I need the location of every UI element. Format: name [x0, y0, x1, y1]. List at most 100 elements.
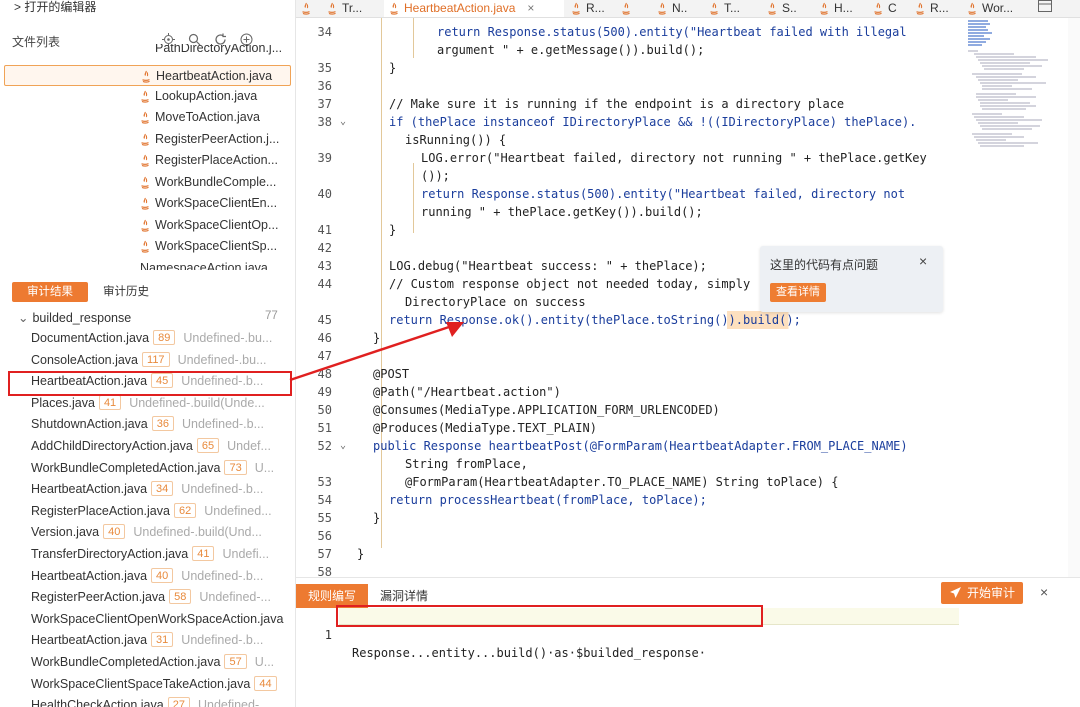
tab[interactable]: R...: [910, 0, 960, 17]
tab[interactable]: S..: [762, 0, 812, 17]
java-file-icon: [820, 2, 828, 15]
result-item[interactable]: AddChildDirectoryAction.java 65 Undef...: [0, 436, 295, 458]
java-file-icon: [572, 2, 580, 15]
file-item-partial-top[interactable]: PathDirectoryAction.j...: [0, 44, 295, 59]
java-file-icon: [141, 176, 149, 189]
code-line: 35}: [317, 61, 397, 75]
result-item[interactable]: WorkSpaceClientSpaceTakeAction.java 44: [0, 674, 295, 696]
code-line: 52 ⌄ public Response heartbeatPost(@FormPa…: [317, 437, 908, 455]
tab-audit-history[interactable]: 审计历史: [88, 282, 164, 302]
tab[interactable]: C: [868, 0, 908, 17]
code-line: 51 @Produces(MediaType.TEXT_PLAIN): [317, 421, 597, 435]
code-line: 54 return processHeartbeat(fromPlace, toP…: [317, 493, 707, 507]
rule-panel: 规则编写 漏洞详情 开始审计 ×: [296, 577, 1080, 707]
chevron-down-icon: ⌄: [18, 311, 29, 325]
editor-tabs: Tr... HeartbeatAction.java × R... N.. T..…: [296, 0, 1080, 18]
tab[interactable]: Tr...: [322, 0, 382, 17]
close-icon[interactable]: ×: [919, 253, 927, 269]
tab[interactable]: H...: [814, 0, 866, 17]
result-item[interactable]: Places.java 41 Undefined-.build(Unde...: [0, 393, 295, 415]
tab[interactable]: N..: [652, 0, 702, 17]
file-item[interactable]: RegisterPlaceAction...: [0, 150, 295, 171]
result-item[interactable]: HeartbeatAction.java 34 Undefined-.b...: [0, 479, 295, 501]
code-line: 56: [317, 529, 332, 543]
close-icon[interactable]: ×: [527, 1, 534, 15]
code-line: String fromPlace,: [405, 457, 528, 471]
result-item[interactable]: ShutdownAction.java 36 Undefined-.b...: [0, 414, 295, 436]
file-item[interactable]: WorkBundleComple...: [0, 172, 295, 193]
line-badge: 34: [151, 481, 174, 497]
line-badge: 117: [142, 351, 170, 367]
tab-audit-results[interactable]: 审计结果: [12, 282, 88, 302]
line-badge: 41: [192, 546, 215, 561]
file-item[interactable]: MoveToAction.java: [0, 107, 295, 128]
file-item[interactable]: WorkSpaceClientEn...: [0, 193, 295, 214]
close-icon[interactable]: ×: [1040, 584, 1048, 600]
highlight-box-result: [8, 371, 292, 396]
result-item[interactable]: WorkSpaceClientOpenWorkSpaceAction.java: [0, 609, 295, 631]
line-badge: 40: [151, 567, 174, 583]
line-badge: 62: [173, 502, 197, 518]
result-item[interactable]: TransferDirectoryAction.java 41 Undefi...: [0, 544, 295, 566]
code-line: 57}: [317, 547, 365, 561]
java-file-icon: [142, 70, 150, 83]
file-item[interactable]: LookupAction.java: [0, 86, 295, 107]
file-item-selected[interactable]: HeartbeatAction.java: [4, 65, 291, 86]
tab[interactable]: [296, 0, 316, 17]
file-item-partial-bottom[interactable]: NamespaceAction.java: [0, 258, 281, 270]
code-line: running " + thePlace.getKey()).build();: [421, 205, 703, 219]
tab[interactable]: T...: [704, 0, 760, 17]
code-line: argument " + e.getMessage()).build();: [437, 43, 705, 57]
view-details-button[interactable]: 查看详情: [770, 283, 826, 302]
result-item[interactable]: Version.java 40 Undefined-.build(Und...: [0, 522, 295, 544]
file-item[interactable]: WorkSpaceClientSp...: [0, 236, 295, 257]
java-file-icon: [141, 219, 149, 232]
line-badge: 44: [254, 675, 277, 691]
file-item[interactable]: RegisterPeerAction.j...: [0, 129, 295, 150]
code-line: 55}: [317, 511, 381, 525]
result-item[interactable]: RegisterPeerAction.java 58 Undefined-...: [0, 587, 295, 609]
result-item[interactable]: ConsoleAction.java 117 Undefined-.bu...: [0, 350, 295, 372]
tab[interactable]: [616, 0, 650, 17]
explorer-panel: > 打开的编辑器 文件列表 PathDirectoryAction.j... H…: [0, 0, 296, 707]
java-file-icon: [968, 2, 976, 15]
code-line: 53 @FormParam(HeartbeatAdapter.TO_PLACE_N…: [317, 475, 839, 489]
code-line: 38 ⌄ if (thePlace instanceof IDirectoryPla…: [317, 113, 917, 131]
tree-root[interactable]: ⌄ builded_response: [18, 310, 131, 325]
result-item[interactable]: RegisterPlaceAction.java 62 Undefined...: [0, 501, 295, 523]
split-editor-icon[interactable]: [1034, 0, 1064, 17]
file-item[interactable]: WorkSpaceClientOp...: [0, 215, 295, 236]
result-item[interactable]: WorkBundleCompletedAction.java 73 U...: [0, 458, 295, 480]
fold-chevron-icon[interactable]: ⌄: [340, 113, 346, 131]
tab[interactable]: R...: [566, 0, 614, 17]
java-file-icon: [916, 2, 924, 15]
java-file-icon: [141, 154, 149, 167]
java-file-icon: [302, 2, 310, 15]
java-file-icon: [141, 90, 149, 103]
send-icon: [949, 582, 962, 604]
result-item[interactable]: HeartbeatAction.java 40 Undefined-.b...: [0, 566, 295, 588]
fold-chevron-icon[interactable]: ⌄: [340, 437, 346, 455]
java-file-icon: [141, 197, 149, 210]
result-item[interactable]: WorkBundleCompletedAction.java 57 U...: [0, 652, 295, 674]
result-item[interactable]: HeartbeatAction.java 31 Undefined-.b...: [0, 630, 295, 652]
java-file-icon: [390, 2, 398, 15]
java-file-icon: [658, 2, 666, 15]
open-editors-header[interactable]: > 打开的编辑器: [0, 0, 295, 17]
java-file-icon: [141, 240, 149, 253]
line-badge: 89: [153, 330, 176, 345]
minimap[interactable]: [962, 18, 1068, 168]
code-line: 34 return Response.status(500).entity("He…: [317, 25, 907, 39]
code-line: 36: [317, 79, 332, 93]
tab-active[interactable]: HeartbeatAction.java ×: [384, 0, 564, 17]
line-badge: 58: [169, 589, 192, 605]
tab[interactable]: Wor...: [962, 0, 1032, 17]
start-audit-button[interactable]: 开始审计: [941, 582, 1024, 604]
vertical-scrollbar[interactable]: [1068, 18, 1080, 577]
issue-popup: 这里的代码有点问题 × 查看详情: [760, 246, 943, 312]
line-badge: 57: [224, 654, 247, 669]
java-file-icon: [768, 2, 776, 15]
result-item[interactable]: HealthCheckAction.java 27 Undefined-...: [0, 695, 295, 707]
result-item[interactable]: DocumentAction.java 89 Undefined-.bu...: [0, 328, 295, 350]
tree-count: 77: [265, 310, 278, 322]
